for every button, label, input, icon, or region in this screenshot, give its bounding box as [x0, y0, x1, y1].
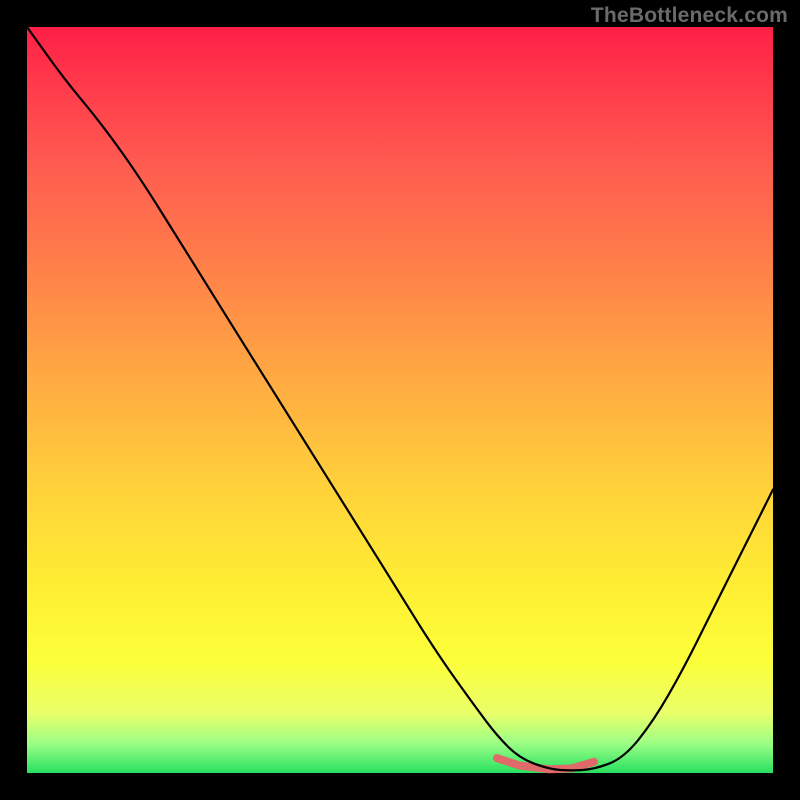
- chart-curve-group: [27, 27, 773, 770]
- chart-svg: [27, 27, 773, 773]
- chart-plot-area: [27, 27, 773, 773]
- chart-frame: TheBottleneck.com: [0, 0, 800, 800]
- bottleneck-curve: [27, 27, 773, 770]
- watermark-text: TheBottleneck.com: [591, 4, 788, 28]
